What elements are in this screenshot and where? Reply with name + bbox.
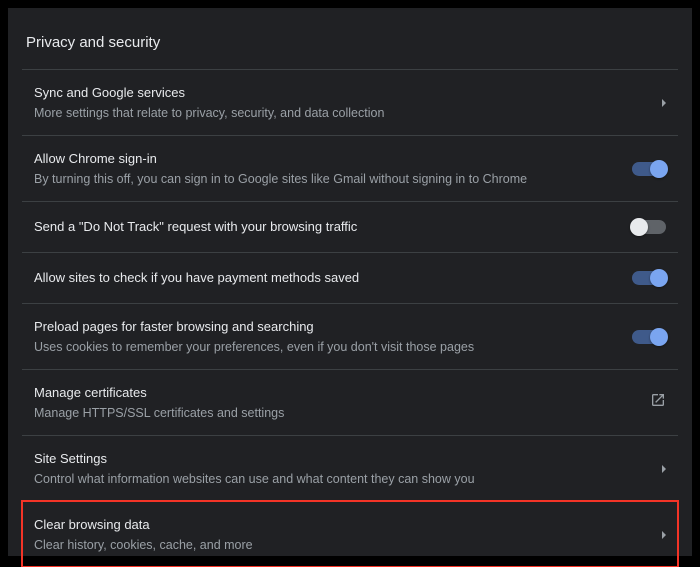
row-text: Allow sites to check if you have payment… — [34, 269, 632, 287]
row-action-chevron — [662, 99, 666, 107]
row-text: Site Settings Control what information we… — [34, 450, 662, 487]
row-subtitle: More settings that relate to privacy, se… — [34, 105, 642, 121]
settings-row[interactable]: Clear browsing data Clear history, cookie… — [22, 501, 678, 567]
row-action-toggle — [632, 220, 666, 234]
row-text: Clear browsing data Clear history, cookie… — [34, 516, 662, 553]
settings-row[interactable]: Allow sites to check if you have payment… — [22, 252, 678, 303]
row-text: Manage certificates Manage HTTPS/SSL cert… — [34, 384, 650, 421]
row-text: Sync and Google services More settings th… — [34, 84, 662, 121]
toggle-switch[interactable] — [632, 330, 666, 344]
settings-row[interactable]: Site Settings Control what information we… — [22, 435, 678, 501]
row-action-external — [650, 392, 666, 413]
row-action-chevron — [662, 531, 666, 539]
settings-row[interactable]: Preload pages for faster browsing and se… — [22, 303, 678, 369]
row-text: Send a "Do Not Track" request with your … — [34, 218, 632, 236]
settings-page: Privacy and security Sync and Google ser… — [8, 8, 692, 556]
toggle-switch[interactable] — [632, 271, 666, 285]
row-action-toggle — [632, 330, 666, 344]
settings-list: Sync and Google services More settings th… — [22, 69, 678, 567]
row-title: Allow Chrome sign-in — [34, 150, 612, 168]
toggle-switch[interactable] — [632, 162, 666, 176]
chevron-right-icon — [662, 531, 666, 539]
settings-row[interactable]: Send a "Do Not Track" request with your … — [22, 201, 678, 252]
row-title: Preload pages for faster browsing and se… — [34, 318, 612, 336]
row-subtitle: Clear history, cookies, cache, and more — [34, 537, 642, 553]
row-title: Sync and Google services — [34, 84, 642, 102]
row-text: Preload pages for faster browsing and se… — [34, 318, 632, 355]
settings-row[interactable]: Allow Chrome sign-in By turning this off,… — [22, 135, 678, 201]
row-subtitle: Uses cookies to remember your preference… — [34, 339, 612, 355]
row-title: Manage certificates — [34, 384, 630, 402]
toggle-knob — [630, 218, 648, 236]
settings-row[interactable]: Sync and Google services More settings th… — [22, 69, 678, 135]
section-title: Privacy and security — [8, 18, 692, 69]
row-action-chevron — [662, 465, 666, 473]
row-subtitle: Manage HTTPS/SSL certificates and settin… — [34, 405, 630, 421]
chevron-right-icon — [662, 465, 666, 473]
row-title: Send a "Do Not Track" request with your … — [34, 218, 612, 236]
row-title: Clear browsing data — [34, 516, 642, 534]
row-title: Site Settings — [34, 450, 642, 468]
toggle-knob — [650, 269, 668, 287]
toggle-switch[interactable] — [632, 220, 666, 234]
external-link-icon — [650, 392, 666, 413]
row-text: Allow Chrome sign-in By turning this off,… — [34, 150, 632, 187]
toggle-knob — [650, 160, 668, 178]
row-action-toggle — [632, 162, 666, 176]
row-subtitle: By turning this off, you can sign in to … — [34, 171, 612, 187]
row-subtitle: Control what information websites can us… — [34, 471, 642, 487]
row-title: Allow sites to check if you have payment… — [34, 269, 612, 287]
chevron-right-icon — [662, 99, 666, 107]
settings-row[interactable]: Manage certificates Manage HTTPS/SSL cert… — [22, 369, 678, 435]
toggle-knob — [650, 328, 668, 346]
row-action-toggle — [632, 271, 666, 285]
